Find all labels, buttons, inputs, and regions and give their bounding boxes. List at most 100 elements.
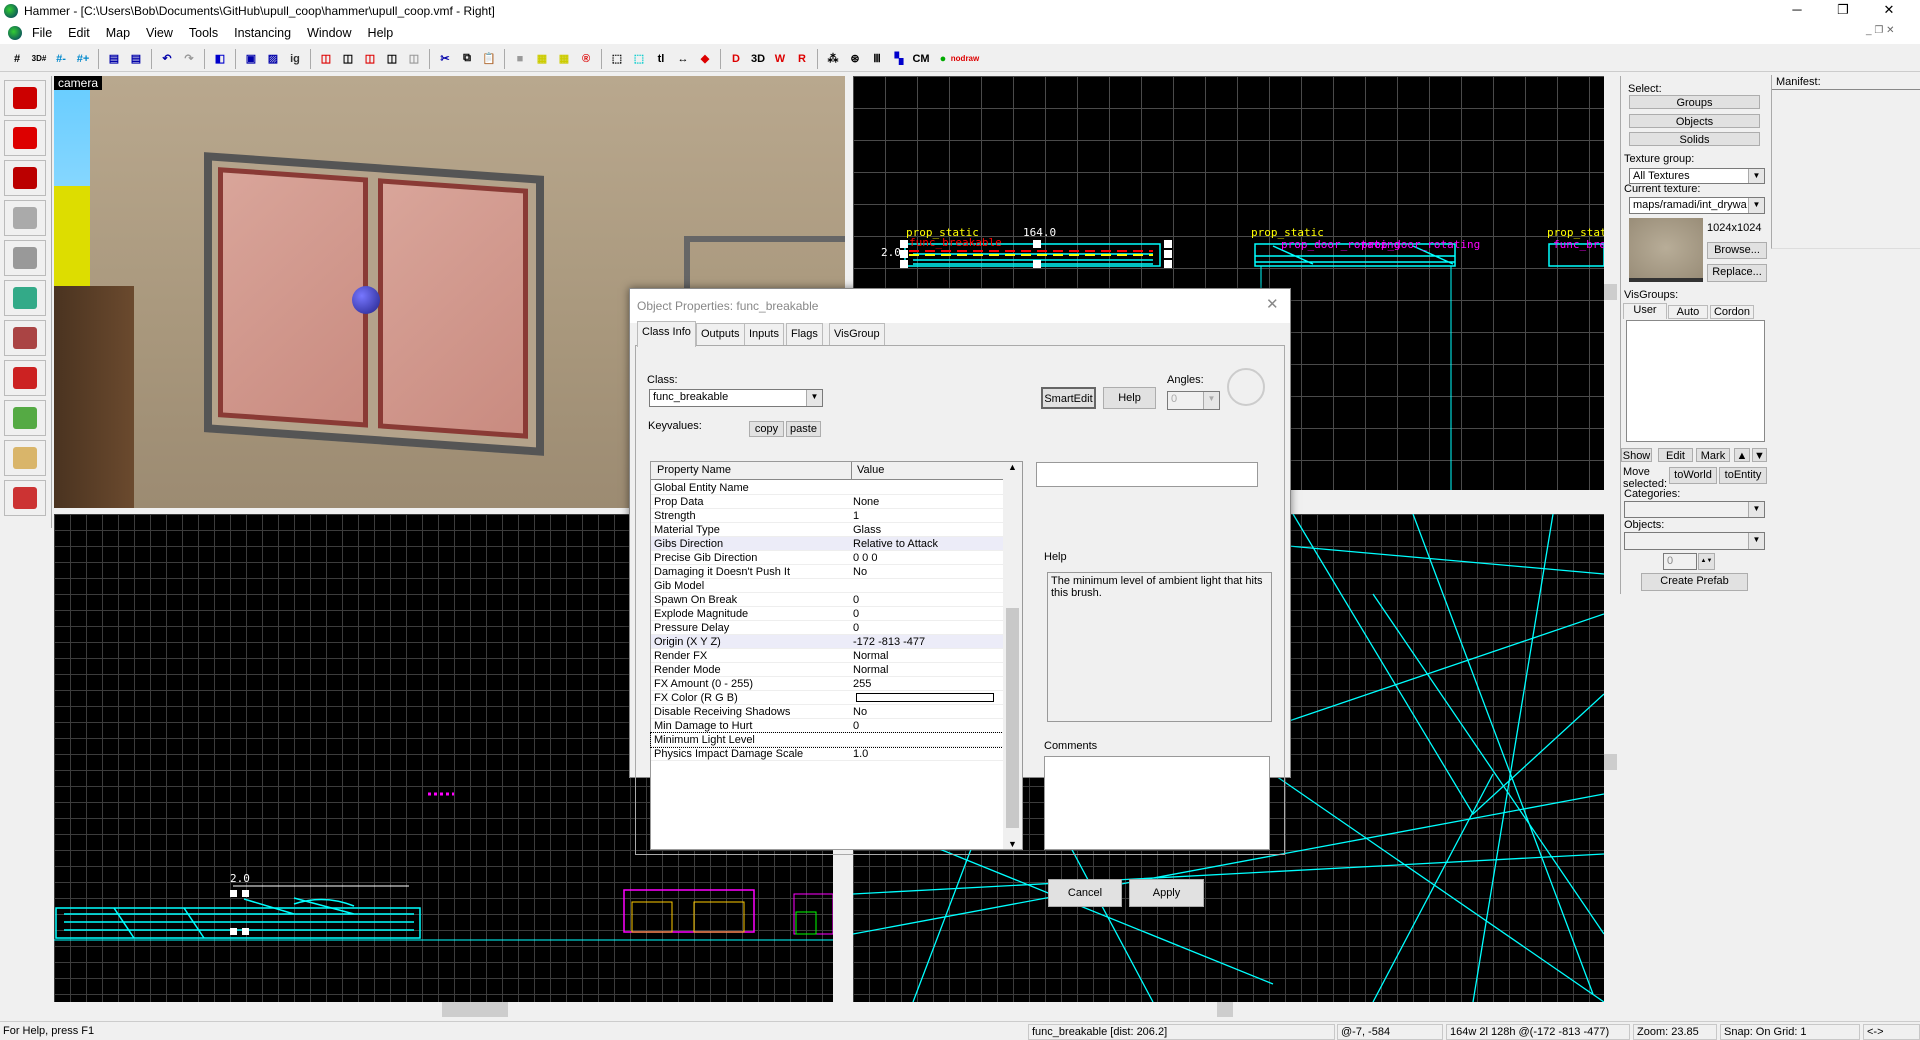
select-solids-button[interactable]: Solids	[1629, 132, 1760, 146]
edit-button[interactable]: Edit	[1658, 448, 1693, 462]
comments-textarea[interactable]	[1044, 756, 1270, 850]
vertical-scrollbar[interactable]	[1604, 514, 1617, 1002]
property-row[interactable]: Damaging it Doesn't Push It No	[651, 565, 1003, 579]
undo-icon[interactable]: ↶	[157, 49, 177, 69]
property-row[interactable]: FX Amount (0 - 255) 255	[651, 677, 1003, 691]
vertical-scrollbar[interactable]	[1604, 76, 1617, 490]
unhide-icon[interactable]: ◫	[404, 49, 424, 69]
nodraw-icon[interactable]: nodraw	[951, 49, 979, 69]
objects-select[interactable]: ▼	[1624, 532, 1765, 550]
tab-visgroup[interactable]: VisGroup	[829, 323, 885, 345]
scroll-down-icon[interactable]: ▼	[1003, 839, 1022, 849]
select-by-center-icon[interactable]: ⬚	[629, 49, 649, 69]
smaller-grid-icon[interactable]: #-	[51, 49, 71, 69]
mdi-controls[interactable]: _ ❐ ✕	[1866, 25, 1894, 36]
visgroup-tab-auto[interactable]: Auto	[1668, 305, 1708, 319]
menu-map[interactable]: Map	[98, 26, 138, 40]
ignore-groups-icon[interactable]: ig	[285, 49, 305, 69]
move-up-icon[interactable]: ▲	[1734, 448, 1750, 462]
texture-application-button[interactable]	[4, 280, 46, 316]
to-world-button[interactable]: toWorld	[1669, 467, 1717, 484]
copy-button[interactable]: copy	[749, 421, 784, 437]
hide-items-icon[interactable]: Ⅲ	[867, 49, 887, 69]
angles-select[interactable]: 0 ▼	[1167, 391, 1220, 410]
property-row[interactable]: Gib Model	[651, 579, 1003, 593]
column-value[interactable]: Value	[851, 462, 889, 480]
property-row[interactable]: Render FX Normal	[651, 649, 1003, 663]
replace-button[interactable]: Replace...	[1707, 264, 1767, 282]
menu-window[interactable]: Window	[299, 26, 359, 40]
visgroup-tab-user[interactable]: User	[1623, 303, 1667, 319]
color-swatch[interactable]	[856, 693, 994, 702]
property-row[interactable]: Pressure Delay 0	[651, 621, 1003, 635]
entity-tool-button[interactable]	[4, 200, 46, 236]
horizontal-scrollbar[interactable]	[54, 1002, 833, 1017]
apply-texture-button[interactable]	[4, 320, 46, 356]
show-hidden-icon[interactable]: ◫	[360, 49, 380, 69]
property-row[interactable]: Prop Data None	[651, 495, 1003, 509]
toggle-3d-models-icon[interactable]: 3D	[748, 49, 768, 69]
show-button[interactable]: Show	[1621, 448, 1652, 462]
property-row[interactable]: Origin (X Y Z) -172 -813 -477	[651, 635, 1003, 649]
menu-file[interactable]: File	[24, 26, 60, 40]
categories-select[interactable]: ▼	[1624, 501, 1765, 518]
minimize-button[interactable]: ─	[1774, 0, 1820, 22]
radius-culling-icon[interactable]: ®	[576, 49, 596, 69]
property-row[interactable]: Global Entity Name	[651, 481, 1003, 495]
property-row[interactable]: FX Color (R G B)	[651, 691, 1003, 705]
create-prefab-button[interactable]: Create Prefab	[1641, 573, 1748, 591]
tab-inputs[interactable]: Inputs	[744, 323, 784, 345]
table-scrollbar[interactable]: ▲ ▼	[1003, 462, 1022, 849]
cubemap-icon[interactable]: ▚	[889, 49, 909, 69]
cubemap-text-icon[interactable]: CM	[911, 49, 931, 69]
texture-group-select[interactable]: All Textures ▼	[1629, 168, 1765, 184]
angles-dial[interactable]	[1227, 368, 1265, 406]
apply-button[interactable]: Apply	[1129, 879, 1204, 907]
restore-button[interactable]: ❐	[1820, 0, 1866, 22]
texture-preview[interactable]	[1629, 218, 1703, 282]
to-entity-button[interactable]: toEntity	[1719, 467, 1767, 484]
toggle-2d-models-icon[interactable]: D	[726, 49, 746, 69]
help-button[interactable]: Help	[1103, 387, 1156, 409]
class-select[interactable]: func_breakable ▼	[649, 389, 823, 407]
hide-selected-icon[interactable]: ◫	[316, 49, 336, 69]
menu-help[interactable]: Help	[360, 26, 402, 40]
move-tool-icon[interactable]: ⁂	[823, 49, 843, 69]
visgroup-tab-cordon[interactable]: Cordon	[1710, 305, 1754, 319]
property-row[interactable]: Strength 1	[651, 509, 1003, 523]
group-icon[interactable]: ▣	[241, 49, 261, 69]
visgroup-list[interactable]	[1626, 320, 1765, 442]
quick-hide-icon[interactable]: ◫	[382, 49, 402, 69]
property-row[interactable]: Physics Impact Damage Scale 1.0	[651, 747, 1003, 761]
scroll-thumb[interactable]	[1006, 608, 1019, 828]
count-spinner-input[interactable]: 0	[1663, 553, 1697, 570]
select-groups-button[interactable]: Groups	[1629, 95, 1760, 109]
save-window-state-icon[interactable]: ▤	[126, 49, 146, 69]
spinner-arrows-icon[interactable]: ▲▼	[1698, 553, 1715, 570]
horizontal-scrollbar[interactable]	[853, 1002, 1604, 1017]
grid-toggle-icon[interactable]: #	[7, 49, 27, 69]
carve-icon[interactable]: ◧	[210, 49, 230, 69]
selection-tool-button[interactable]	[4, 80, 46, 116]
decal-tool-button[interactable]	[4, 360, 46, 396]
mark-button[interactable]: Mark	[1696, 448, 1730, 462]
value-input[interactable]	[1036, 462, 1258, 487]
tab-class-info[interactable]: Class Info	[637, 321, 696, 347]
dialog-close-icon[interactable]: ✕	[1266, 295, 1279, 313]
toggle-texture-icon[interactable]: ▦	[532, 49, 552, 69]
overlay-tool-button[interactable]	[4, 400, 46, 436]
property-row[interactable]: Disable Receiving Shadows No	[651, 705, 1003, 719]
3d-grid-icon[interactable]: 3D#	[29, 49, 49, 69]
paste-icon[interactable]: 📋	[479, 49, 499, 69]
ungroup-icon[interactable]: ▨	[263, 49, 283, 69]
viewport-label[interactable]: camera	[54, 76, 103, 90]
property-row[interactable]: Spawn On Break 0	[651, 593, 1003, 607]
browse-button[interactable]: Browse...	[1707, 242, 1767, 259]
property-row[interactable]: Explode Magnitude 0	[651, 607, 1003, 621]
select-objects-button[interactable]: Objects	[1629, 114, 1760, 128]
move-down-icon[interactable]: ▼	[1752, 448, 1767, 462]
camera-tool-button[interactable]	[4, 160, 46, 196]
paste-button[interactable]: paste	[786, 421, 821, 437]
larger-grid-icon[interactable]: #+	[73, 49, 93, 69]
toggle-wireframe-icon[interactable]: W	[770, 49, 790, 69]
